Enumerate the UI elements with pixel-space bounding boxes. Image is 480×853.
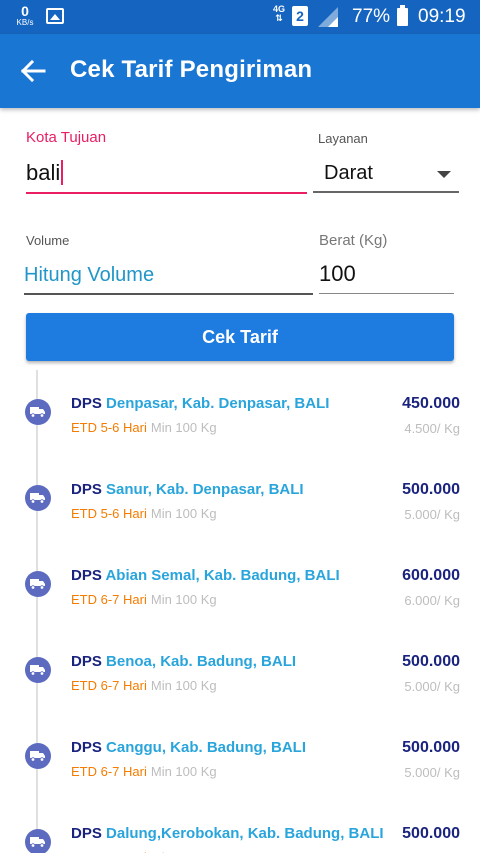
caret-down-icon (437, 171, 451, 178)
result-title: DPS Denpasar, Kab. Denpasar, BALI (71, 395, 329, 412)
volume-label: Volume (26, 233, 70, 248)
etd-text: ETD 6-7 Hari (71, 678, 147, 693)
etd-text: ETD 5-6 Hari (71, 420, 147, 435)
data-arrows-icon: ⇅ (275, 13, 283, 23)
network-speed-value: 0 (21, 3, 29, 19)
min-weight-text: Min 100 Kg (150, 592, 217, 607)
result-title: DPS Dalung,Kerobokan, Kab. Badung, BALI (71, 825, 384, 842)
clock: 09:19 (418, 6, 466, 27)
result-details: ETD 6-7 HariMin 100 Kg (71, 678, 217, 693)
kota-tujuan-value: bali (26, 160, 61, 185)
result-details: ETD 5-6 Hari Min 100 Kg (71, 420, 217, 435)
total-price: 500.000 (402, 653, 460, 670)
truck-icon (25, 485, 51, 511)
result-details: ETD 6-7 HariMin 100 Kg (71, 592, 217, 607)
layanan-value: Darat (324, 162, 373, 184)
kota-tujuan-input[interactable]: bali (26, 152, 307, 194)
berat-label: Berat (Kg) (319, 232, 388, 249)
result-row[interactable]: DPS Dalung,Kerobokan, Kab. Badung, BALIE… (0, 803, 480, 853)
sim-slot-badge: 2 (292, 6, 308, 26)
network-speed: 0 KB/s (13, 4, 37, 27)
back-arrow-icon[interactable] (20, 59, 46, 83)
network-type: 4G ⇅ (273, 5, 285, 23)
price-per-kg: 5.000/ Kg (404, 765, 460, 780)
signal-strength-icon (318, 7, 338, 27)
origin-code: DPS (71, 567, 102, 584)
result-title: DPS Abian Semal, Kab. Badung, BALI (71, 567, 340, 584)
origin-code: DPS (71, 481, 102, 498)
layanan-label: Layanan (318, 131, 368, 146)
network-speed-unit: KB/s (16, 18, 34, 27)
origin-code: DPS (71, 395, 102, 412)
etd-text: ETD 5-6 Hari (71, 506, 147, 521)
gallery-notification-icon (46, 8, 64, 24)
text-cursor (61, 160, 64, 185)
total-price: 450.000 (402, 395, 460, 412)
truck-icon (25, 399, 51, 425)
truck-icon (25, 571, 51, 597)
truck-icon (25, 657, 51, 683)
hitung-volume-link[interactable]: Hitung Volume (24, 255, 313, 295)
min-weight-text: Min 100 Kg (150, 678, 217, 693)
result-title: DPS Benoa, Kab. Badung, BALI (71, 653, 296, 670)
result-row[interactable]: DPS Canggu, Kab. Badung, BALI ETD 6-7 Har… (0, 717, 480, 803)
destination-name: Abian Semal, Kab. Badung, BALI (105, 567, 340, 584)
price-per-kg: 5.000/ Kg (404, 679, 460, 694)
battery-percent: 77% (352, 6, 391, 27)
price-per-kg: 5.000/ Kg (404, 507, 460, 522)
price-per-kg: 4.500/ Kg (404, 421, 460, 436)
origin-code: DPS (71, 825, 102, 842)
layanan-select[interactable]: Darat (313, 155, 459, 193)
result-details: ETD 5-6 Hari Min 100 Kg (71, 506, 217, 521)
destination-name: Dalung,Kerobokan, Kab. Badung, BALI (106, 825, 384, 842)
battery-icon (397, 5, 408, 26)
berat-value: 100 (319, 261, 356, 286)
app-bar: Cek Tarif Pengiriman (0, 34, 480, 108)
hitung-volume-text: Hitung Volume (24, 264, 155, 286)
result-title: DPS Sanur, Kab. Denpasar, BALI (71, 481, 304, 498)
result-details: ETD 6-7 HariMin 100 Kg (71, 764, 217, 779)
min-weight-text: Min 100 Kg (150, 506, 217, 521)
result-row[interactable]: DPS Benoa, Kab. Badung, BALI ETD 6-7 Hari… (0, 631, 480, 717)
truck-icon (25, 743, 51, 769)
total-price: 500.000 (402, 825, 460, 842)
truck-icon (25, 829, 51, 853)
result-title: DPS Canggu, Kab. Badung, BALI (71, 739, 306, 756)
destination-name: Canggu, Kab. Badung, BALI (106, 739, 307, 756)
total-price: 500.000 (402, 481, 460, 498)
price-per-kg: 6.000/ Kg (404, 593, 460, 608)
result-row[interactable]: DPS Abian Semal, Kab. Badung, BALI ETD 6-… (0, 545, 480, 631)
origin-code: DPS (71, 739, 102, 756)
destination-name: Denpasar, Kab. Denpasar, BALI (106, 395, 330, 412)
total-price: 500.000 (402, 739, 460, 756)
kota-tujuan-label: Kota Tujuan (26, 129, 107, 146)
status-bar: 0 KB/s 4G ⇅ 2 77% 09:19 (0, 0, 480, 34)
destination-name: Sanur, Kab. Denpasar, BALI (106, 481, 304, 498)
min-weight-text: Min 100 Kg (150, 420, 217, 435)
cek-tarif-button[interactable]: Cek Tarif (26, 313, 454, 361)
total-price: 600.000 (402, 567, 460, 584)
page-title: Cek Tarif Pengiriman (70, 56, 313, 83)
destination-name: Benoa, Kab. Badung, BALI (106, 653, 297, 670)
berat-input[interactable]: 100 (319, 256, 454, 294)
result-row[interactable]: DPS Sanur, Kab. Denpasar, BALI ETD 5-6 Ha… (0, 459, 480, 545)
etd-text: ETD 6-7 Hari (71, 592, 147, 607)
result-row[interactable]: DPS Denpasar, Kab. Denpasar, BALI ETD 5-6… (0, 373, 480, 459)
etd-text: ETD 6-7 Hari (71, 764, 147, 779)
origin-code: DPS (71, 653, 102, 670)
min-weight-text: Min 100 Kg (150, 764, 217, 779)
